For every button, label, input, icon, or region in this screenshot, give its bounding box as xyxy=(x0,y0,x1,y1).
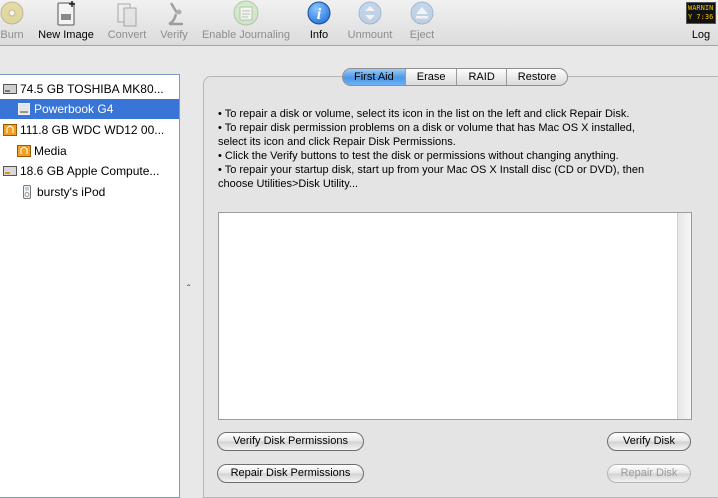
verify-button[interactable]: Verify xyxy=(155,0,193,46)
instruction-line: choose Utilities>Disk Utility... xyxy=(218,178,359,190)
log-scrollbar[interactable] xyxy=(677,213,691,419)
disk-list-sidebar[interactable]: 74.5 GB TOSHIBA MK80... Powerbook G4 111… xyxy=(0,74,180,498)
unmount-label: Unmount xyxy=(347,29,393,41)
instruction-line: select its icon and click Repair Disk Pe… xyxy=(218,136,456,148)
tab-bar: First Aid Erase RAID Restore xyxy=(342,68,569,86)
volume-item-ipod[interactable]: bursty's iPod xyxy=(0,182,179,202)
disk-item-toshiba[interactable]: 74.5 GB TOSHIBA MK80... xyxy=(0,79,179,99)
journaling-icon xyxy=(231,0,261,28)
log-badge-line1: WARNIN xyxy=(688,4,714,12)
split-grip-icon: ˆ xyxy=(187,284,191,295)
burn-button[interactable]: Burn xyxy=(0,0,30,46)
volume-icon xyxy=(17,102,31,116)
disk-item-apple[interactable]: 18.6 GB Apple Compute... xyxy=(0,161,179,181)
internal-disk-icon xyxy=(3,82,17,96)
disk-item-wdc[interactable]: 111.8 GB WDC WD12 00... xyxy=(0,120,179,140)
instruction-line: • Click the Verify buttons to test the d… xyxy=(218,150,619,162)
volume-item-label: Media xyxy=(34,144,67,158)
verify-microscope-icon xyxy=(159,0,189,28)
sidebar-split-handle[interactable]: ˆ xyxy=(184,74,198,498)
volume-item-label: bursty's iPod xyxy=(37,185,106,199)
log-label: Log xyxy=(691,29,711,41)
tab-first-aid[interactable]: First Aid xyxy=(343,69,405,85)
info-icon: i xyxy=(304,0,334,28)
first-aid-instructions: • To repair a disk or volume, select its… xyxy=(218,107,698,191)
burn-icon xyxy=(0,0,27,28)
unmount-button[interactable]: Unmount xyxy=(343,0,397,46)
unmount-icon xyxy=(355,0,385,28)
external-disk-icon xyxy=(3,164,17,178)
verify-label: Verify xyxy=(160,29,188,41)
volume-item-powerbook-g4[interactable]: Powerbook G4 xyxy=(0,99,179,119)
repair-disk-button[interactable]: Repair Disk xyxy=(607,464,691,483)
instruction-line: • To repair disk permission problems on … xyxy=(218,122,635,134)
disk-item-label: 18.6 GB Apple Compute... xyxy=(20,164,160,178)
new-image-label: New Image xyxy=(38,29,94,41)
eject-button[interactable]: Eject xyxy=(404,0,440,46)
convert-button[interactable]: Convert xyxy=(104,0,150,46)
log-badge-line2: Y 7:36 xyxy=(688,13,714,21)
enable-journaling-label: Enable Journaling xyxy=(201,29,291,41)
volume-item-label: Powerbook G4 xyxy=(34,102,114,116)
log-console-icon: WARNIN Y 7:36 xyxy=(684,0,718,28)
info-button[interactable]: i Info xyxy=(303,0,335,46)
tab-restore[interactable]: Restore xyxy=(505,69,568,85)
convert-label: Convert xyxy=(107,29,147,41)
verify-disk-button[interactable]: Verify Disk xyxy=(607,432,691,451)
info-label: Info xyxy=(309,29,329,41)
first-aid-log-area[interactable] xyxy=(218,212,692,420)
tab-erase[interactable]: Erase xyxy=(404,69,457,85)
toolbar: Burn New Image Convert Verify Enable Jou… xyxy=(0,0,718,46)
disk-item-label: 111.8 GB WDC WD12 00... xyxy=(20,123,165,137)
volume-item-media[interactable]: Media xyxy=(0,141,179,161)
log-button[interactable]: WARNIN Y 7:36 Log xyxy=(684,0,718,46)
repair-disk-permissions-button[interactable]: Repair Disk Permissions xyxy=(217,464,364,483)
new-image-button[interactable]: New Image xyxy=(34,0,98,46)
tab-raid[interactable]: RAID xyxy=(456,69,505,85)
firewire-disk-icon xyxy=(3,123,17,137)
eject-label: Eject xyxy=(409,29,435,41)
firewire-volume-icon xyxy=(17,144,31,158)
disk-item-label: 74.5 GB TOSHIBA MK80... xyxy=(20,82,164,96)
instruction-line: • To repair a disk or volume, select its… xyxy=(218,108,630,120)
convert-icon xyxy=(112,0,142,28)
enable-journaling-button[interactable]: Enable Journaling xyxy=(198,0,294,46)
ipod-icon xyxy=(20,185,34,199)
svg-text:i: i xyxy=(317,6,322,23)
instruction-line: • To repair your startup disk, start up … xyxy=(218,164,645,176)
new-image-icon xyxy=(51,0,81,28)
verify-disk-permissions-button[interactable]: Verify Disk Permissions xyxy=(217,432,364,451)
burn-label: Burn xyxy=(0,29,24,41)
eject-icon xyxy=(407,0,437,28)
